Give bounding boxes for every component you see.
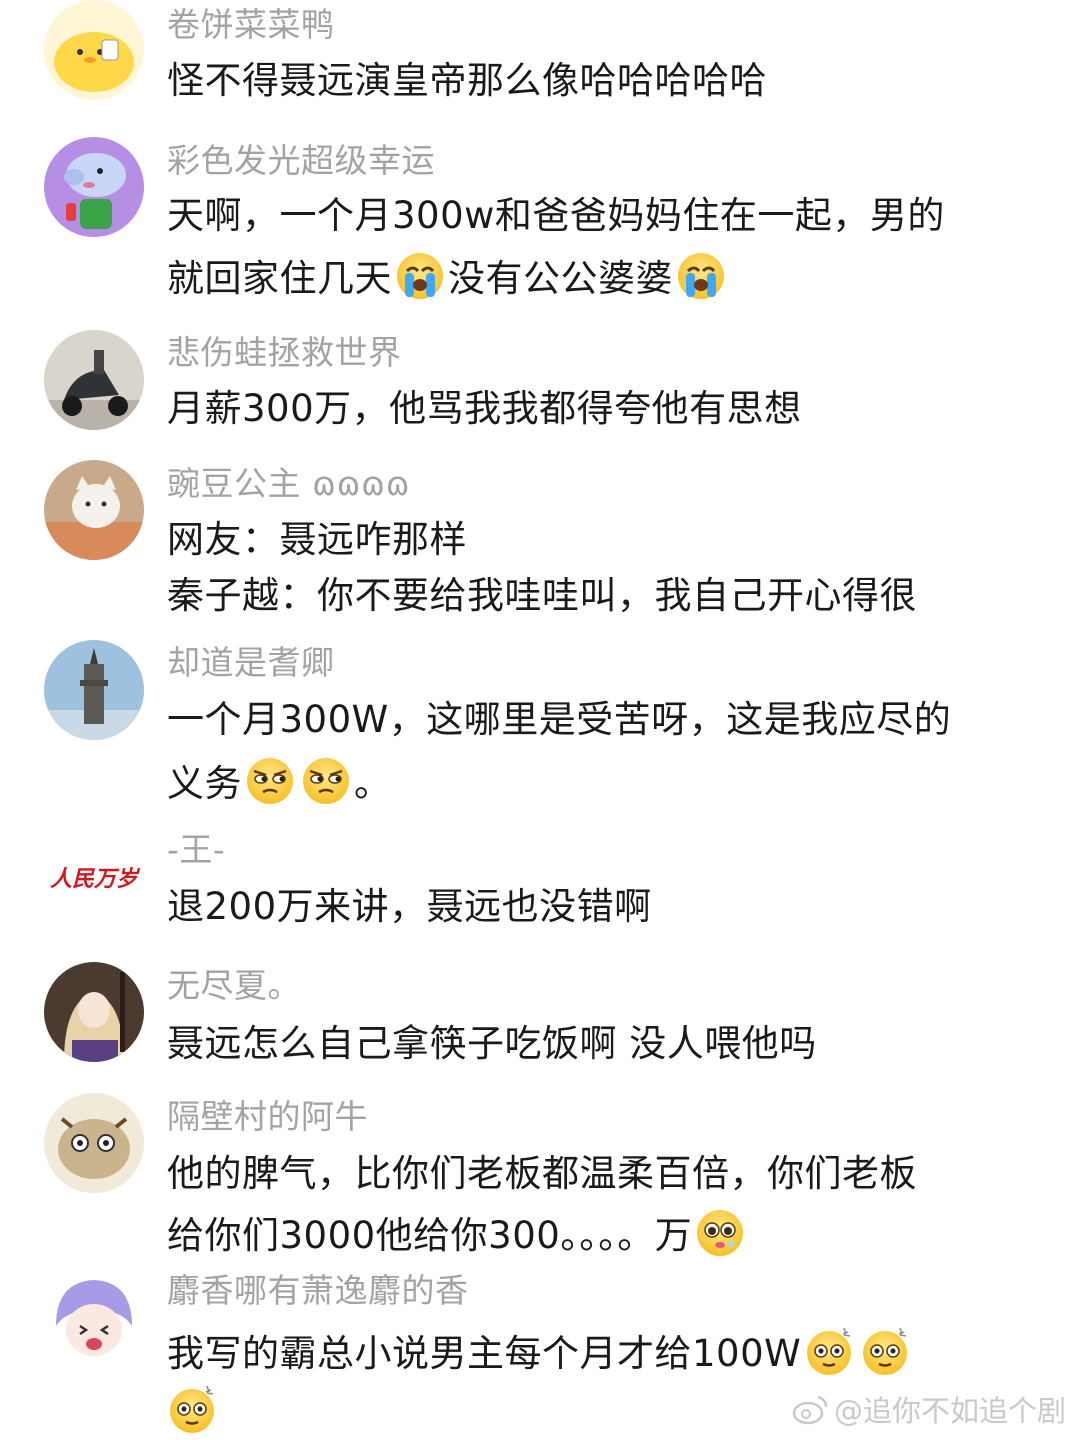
avatar[interactable] bbox=[44, 962, 144, 1062]
comment-text: 网友：聂远咋那样 bbox=[167, 518, 467, 561]
watermark-text: @追你不如追个剧 bbox=[833, 1394, 1066, 1428]
avatar[interactable] bbox=[44, 640, 144, 740]
avatar[interactable] bbox=[44, 1093, 144, 1193]
dizzy-face-emoji-icon bbox=[167, 1384, 217, 1434]
comment-text: 怪不得聂远演皇帝那么像哈哈哈哈哈 bbox=[167, 59, 767, 102]
avatar-calligraphy-text: 人民万岁 bbox=[50, 866, 141, 892]
comment-text: 我写的霸总小说男主每个月才给100W bbox=[167, 1326, 913, 1377]
comment-text: 义务 。 bbox=[167, 756, 392, 807]
comment-text: 聂远怎么自己拿筷子吃饭啊 没人喂他吗 bbox=[167, 1022, 817, 1065]
username[interactable]: 彩色发光超级幸运 bbox=[167, 141, 435, 181]
avatar[interactable] bbox=[44, 460, 144, 560]
username[interactable]: 却道是耆卿 bbox=[167, 643, 335, 683]
avatar[interactable] bbox=[44, 0, 144, 100]
anime-boy-avatar-icon bbox=[44, 1268, 144, 1368]
comment-text: 给你们3000他给你300。。。。万 bbox=[167, 1208, 748, 1259]
george-pig-avatar-icon bbox=[44, 137, 144, 237]
username[interactable]: 麝香哪有萧逸麝的香 bbox=[167, 1271, 469, 1311]
loudly-crying-emoji-icon bbox=[676, 251, 726, 301]
comment-text-part: 就回家住几天 bbox=[167, 257, 392, 300]
loudly-crying-emoji-icon bbox=[395, 251, 445, 301]
username[interactable]: 卷饼菜菜鸭 bbox=[167, 5, 335, 45]
avatar[interactable] bbox=[44, 1268, 144, 1368]
dizzy-face-emoji-icon bbox=[860, 1326, 910, 1376]
comment-text: 月薪300万，他骂我我都得夸他有思想 bbox=[167, 387, 802, 430]
comment-text: 天啊，一个月300w和爸爸妈妈住在一起，男的 bbox=[167, 194, 945, 237]
comment-text bbox=[167, 1384, 220, 1435]
comment-text: 一个月300W，这哪里是受苦呀，这是我应尽的 bbox=[167, 698, 952, 741]
cartoon-creature-avatar-icon bbox=[44, 1093, 144, 1193]
avatar[interactable] bbox=[44, 137, 144, 237]
comment-text: 秦子越：你不要给我哇哇叫，我自己开心得很 bbox=[167, 574, 917, 617]
scooter-photo-avatar-icon bbox=[44, 330, 144, 430]
avatar[interactable]: 人民万岁 bbox=[44, 826, 144, 926]
comment-text-part: 我写的霸总小说男主每个月才给100W bbox=[167, 1332, 802, 1375]
comment-text: 他的脾气，比你们老板都温柔百倍，你们老板 bbox=[167, 1152, 917, 1195]
tower-photo-avatar-icon bbox=[44, 640, 144, 740]
side-eye-emoji-icon bbox=[301, 756, 351, 806]
username[interactable]: 悲伤蛙拯救世界 bbox=[167, 333, 402, 373]
comment-text-part: 没有公公婆婆 bbox=[448, 257, 673, 300]
username[interactable]: 豌豆公主 ɷɷɷɷ bbox=[167, 464, 410, 504]
calligraphy-avatar-icon: 人民万岁 bbox=[44, 826, 144, 926]
anime-girl-avatar-icon bbox=[44, 962, 144, 1062]
pleading-emoji-icon bbox=[695, 1208, 745, 1258]
weibo-logo-icon bbox=[792, 1393, 830, 1425]
dizzy-face-emoji-icon bbox=[804, 1326, 854, 1376]
comment-text: 退200万来讲，聂远也没错啊 bbox=[167, 885, 652, 928]
side-eye-emoji-icon bbox=[245, 756, 295, 806]
comment-text-part: 义务 bbox=[167, 762, 242, 805]
username[interactable]: 无尽夏。 bbox=[167, 966, 301, 1006]
avatar[interactable] bbox=[44, 330, 144, 430]
yellow-chick-avatar-icon bbox=[44, 0, 144, 100]
username[interactable]: -王- bbox=[167, 830, 225, 870]
comment-text: 就回家住几天 没有公公婆婆 bbox=[167, 251, 729, 302]
comment-text-part: 。 bbox=[354, 762, 392, 805]
watermark: @追你不如追个剧 bbox=[792, 1388, 1066, 1430]
white-cat-avatar-icon bbox=[44, 460, 144, 560]
comment-text-part: 给你们3000他给你300。。。。万 bbox=[167, 1214, 693, 1257]
username[interactable]: 隔壁村的阿牛 bbox=[167, 1097, 368, 1137]
